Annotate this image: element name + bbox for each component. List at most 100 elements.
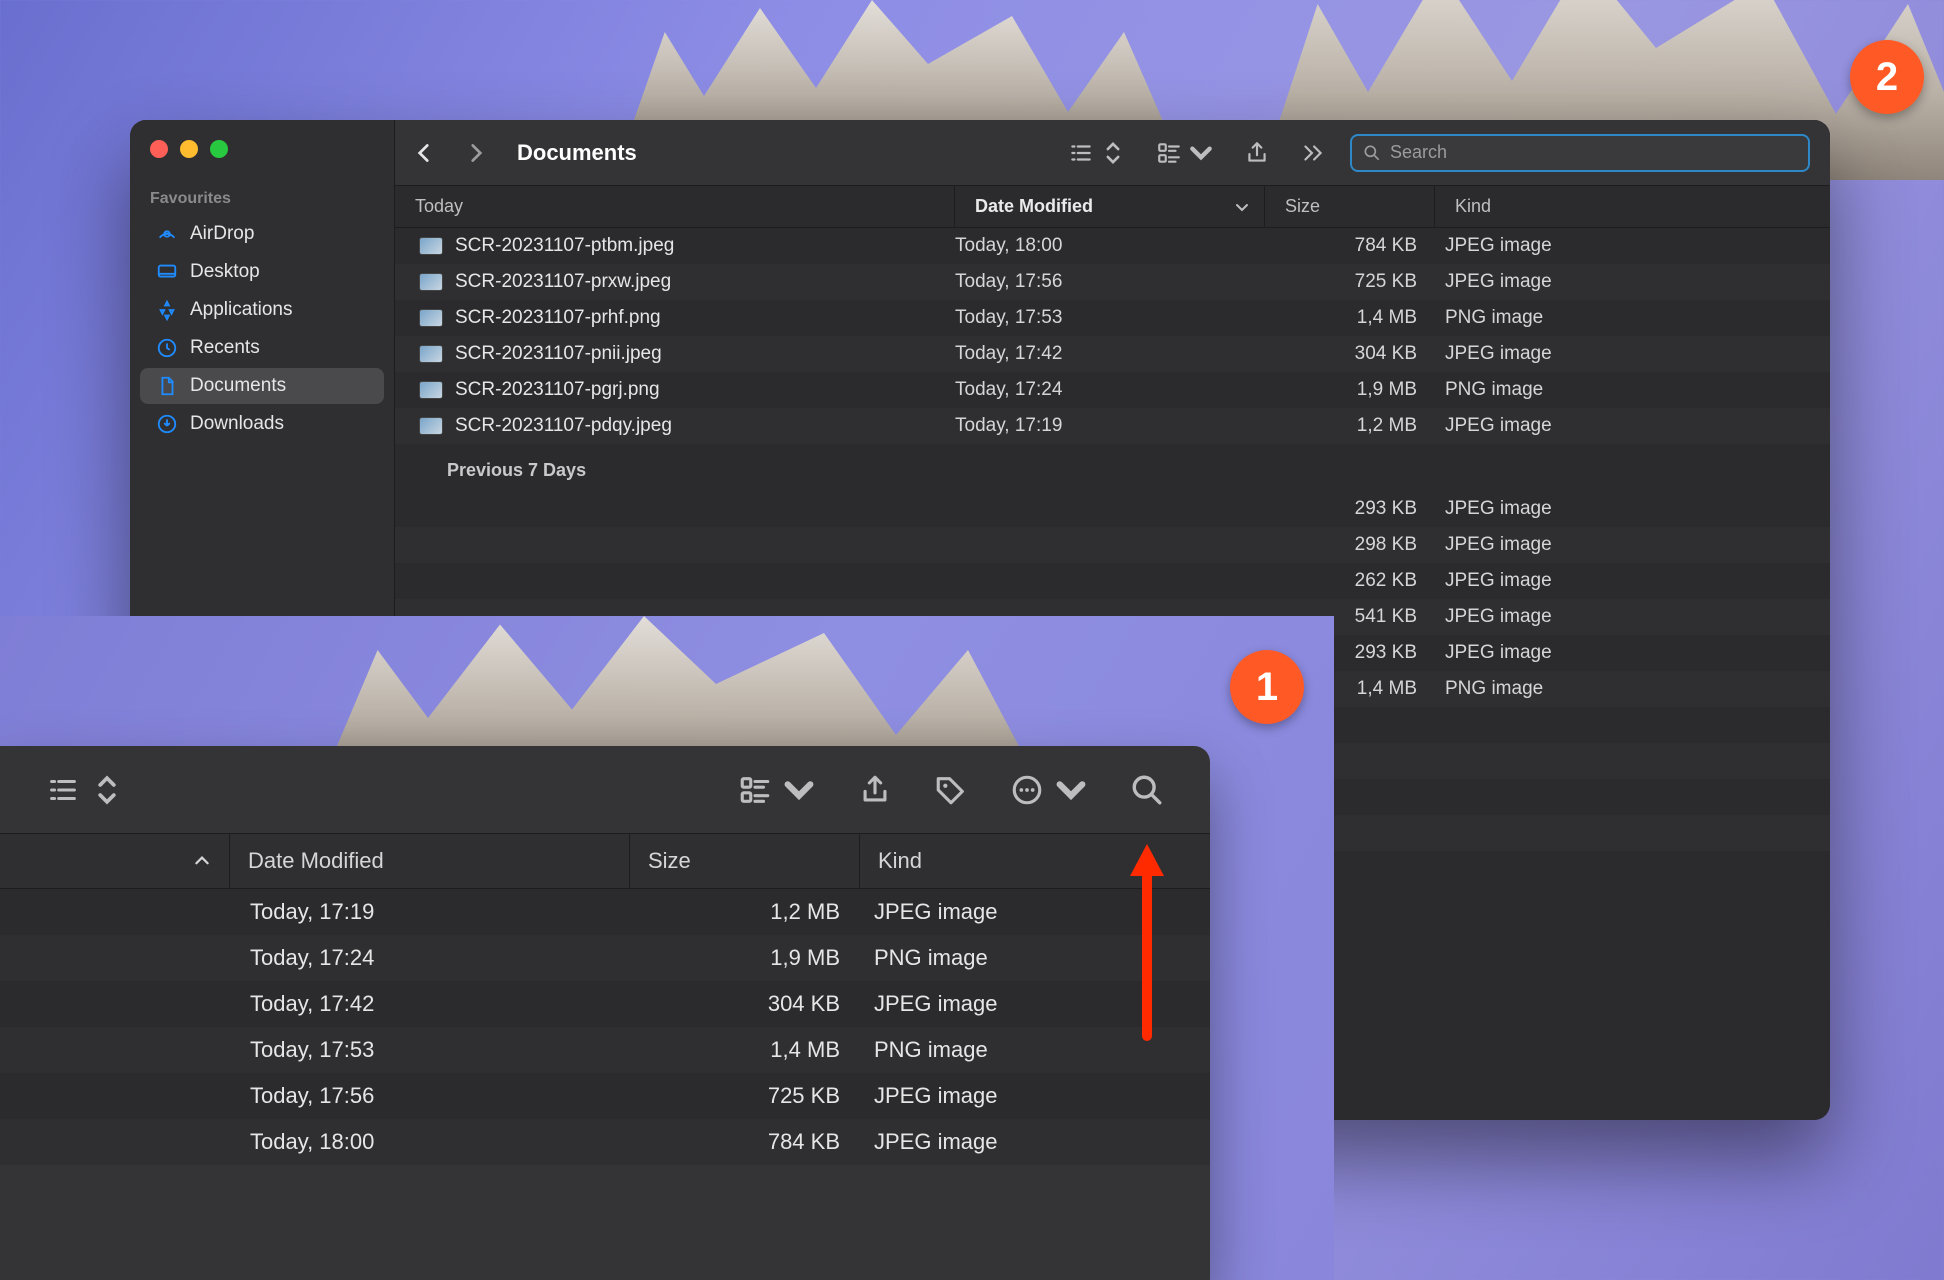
file-row[interactable]: 293 KBJPEG image: [395, 491, 1830, 527]
sidebar-item-downloads[interactable]: Downloads: [140, 406, 384, 442]
column-date-modified[interactable]: Date Modified: [230, 834, 630, 888]
file-kind: JPEG image: [1435, 534, 1830, 556]
list-icon: [1068, 140, 1094, 166]
airdrop-icon: [156, 223, 178, 245]
column-name[interactable]: Today: [395, 186, 955, 227]
file-row[interactable]: SCR-20231107-pgrj.pngToday, 17:241,9 MBP…: [395, 372, 1830, 408]
share-button[interactable]: [1238, 136, 1276, 170]
search-icon: [1362, 143, 1382, 163]
search-button[interactable]: [1124, 769, 1170, 811]
file-name: SCR-20231107-ptbm.jpeg: [455, 235, 674, 257]
sidebar-item-label: AirDrop: [190, 223, 254, 245]
file-date: Today, 17:53: [230, 1037, 630, 1063]
file-size: 1,4 MB: [1265, 307, 1435, 329]
file-row[interactable]: Today, 17:42304 KBJPEG image: [0, 981, 1210, 1027]
callout-badge-1: 1: [1230, 650, 1304, 724]
file-list-today: SCR-20231107-ptbm.jpegToday, 18:00784 KB…: [395, 228, 1830, 444]
file-size: 1,9 MB: [1265, 379, 1435, 401]
search-input[interactable]: [1390, 142, 1798, 163]
sidebar-item-applications[interactable]: Applications: [140, 292, 384, 328]
fullscreen-button[interactable]: [210, 140, 228, 158]
sidebar-item-desktop[interactable]: Desktop: [140, 254, 384, 290]
file-row[interactable]: 298 KBJPEG image: [395, 527, 1830, 563]
sidebar-item-label: Desktop: [190, 261, 260, 283]
column-kind-label: Kind: [878, 848, 922, 874]
column-headers: Date Modified Size Kind: [0, 834, 1210, 889]
chevron-right-icon: [463, 140, 489, 166]
file-kind: PNG image: [1435, 678, 1830, 700]
file-kind: JPEG image: [1435, 570, 1830, 592]
column-size[interactable]: Size: [630, 834, 860, 888]
file-row[interactable]: SCR-20231107-prxw.jpegToday, 17:56725 KB…: [395, 264, 1830, 300]
file-row[interactable]: SCR-20231107-pdqy.jpegToday, 17:191,2 MB…: [395, 408, 1830, 444]
file-size: 1,2 MB: [1265, 415, 1435, 437]
file-kind: JPEG image: [1435, 606, 1830, 628]
file-row[interactable]: Today, 17:56725 KBJPEG image: [0, 1073, 1210, 1119]
sidebar-item-airdrop[interactable]: AirDrop: [140, 216, 384, 252]
back-button[interactable]: [407, 136, 441, 170]
file-row[interactable]: Today, 17:191,2 MBJPEG image: [0, 889, 1210, 935]
share-button[interactable]: [852, 769, 898, 811]
minimize-button[interactable]: [180, 140, 198, 158]
file-row[interactable]: Today, 17:531,4 MBPNG image: [0, 1027, 1210, 1073]
file-size: 304 KB: [630, 991, 860, 1017]
group-icon: [738, 773, 772, 807]
file-name: SCR-20231107-pnii.jpeg: [455, 343, 662, 365]
file-row[interactable]: Today, 17:241,9 MBPNG image: [0, 935, 1210, 981]
file-kind: JPEG image: [1435, 235, 1830, 257]
column-date-modified[interactable]: Date Modified: [955, 186, 1265, 227]
callout-label: 1: [1256, 665, 1278, 710]
file-kind: JPEG image: [1435, 498, 1830, 520]
group-by-button[interactable]: [732, 769, 822, 811]
file-date: Today, 17:56: [955, 271, 1265, 293]
group-by-button[interactable]: [1150, 136, 1220, 170]
column-size[interactable]: Size: [1265, 186, 1435, 227]
tag-icon: [934, 773, 968, 807]
annotation-arrow: [1122, 836, 1172, 1051]
chevron-down-icon: [782, 773, 816, 807]
file-row[interactable]: Today, 18:00784 KBJPEG image: [0, 1119, 1210, 1165]
file-date: Today, 17:42: [230, 991, 630, 1017]
close-button[interactable]: [150, 140, 168, 158]
file-list: Today, 17:191,2 MBJPEG imageToday, 17:24…: [0, 889, 1210, 1165]
file-size: 725 KB: [1265, 271, 1435, 293]
file-kind: JPEG image: [1435, 343, 1830, 365]
file-size: 1,4 MB: [630, 1037, 860, 1063]
file-row[interactable]: SCR-20231107-pnii.jpegToday, 17:42304 KB…: [395, 336, 1830, 372]
sort-asc-icon: [193, 852, 211, 870]
desktop-icon: [156, 261, 178, 283]
file-row[interactable]: SCR-20231107-ptbm.jpegToday, 18:00784 KB…: [395, 228, 1830, 264]
file-row[interactable]: 262 KBJPEG image: [395, 563, 1830, 599]
column-kind-label: Kind: [1455, 196, 1491, 217]
column-date-label: Date Modified: [248, 848, 384, 874]
column-sort-indicator[interactable]: [0, 834, 230, 888]
sidebar-item-recents[interactable]: Recents: [140, 330, 384, 366]
column-kind[interactable]: Kind: [1435, 186, 1830, 227]
downloads-icon: [156, 413, 178, 435]
file-size: 262 KB: [1265, 570, 1435, 592]
view-list-button[interactable]: [1062, 136, 1132, 170]
callout-label: 2: [1876, 55, 1898, 100]
file-kind: JPEG image: [1435, 415, 1830, 437]
recents-icon: [156, 337, 178, 359]
file-thumbnail: [419, 273, 443, 291]
sidebar-item-documents[interactable]: Documents: [140, 368, 384, 404]
file-thumbnail: [419, 237, 443, 255]
file-date: Today, 17:42: [955, 343, 1265, 365]
file-row[interactable]: SCR-20231107-prhf.pngToday, 17:531,4 MBP…: [395, 300, 1830, 336]
more-button[interactable]: [1004, 769, 1094, 811]
view-list-button[interactable]: [40, 769, 130, 811]
search-icon: [1130, 773, 1164, 807]
forward-button[interactable]: [459, 136, 493, 170]
file-kind: PNG image: [1435, 307, 1830, 329]
tags-button[interactable]: [928, 769, 974, 811]
sidebar-item-label: Downloads: [190, 413, 284, 435]
file-date: Today, 17:19: [955, 415, 1265, 437]
search-field[interactable]: [1350, 134, 1810, 172]
overflow-button[interactable]: [1294, 136, 1332, 170]
window-title: Documents: [517, 140, 637, 166]
toolbar: Documents: [395, 120, 1830, 186]
column-size-label: Size: [648, 848, 691, 874]
toolbar: [0, 746, 1210, 834]
documents-icon: [156, 375, 178, 397]
